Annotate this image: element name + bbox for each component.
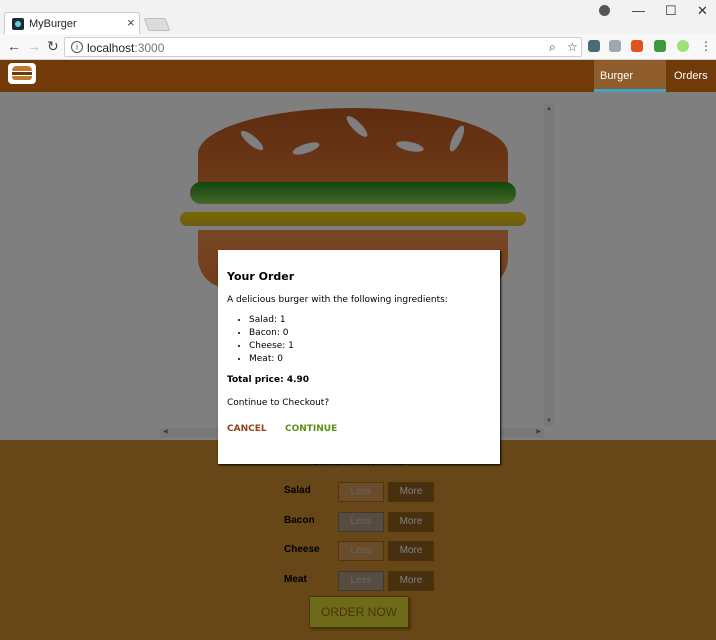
ingredient-list: Salad: 1 Bacon: 0 Cheese: 1 Meat: 0 (227, 314, 491, 366)
nav-burger-builder[interactable]: Burger Builder (594, 60, 666, 114)
total-price: Total price: 4.90 (227, 375, 310, 385)
browser-tab[interactable]: MyBurger × (4, 12, 140, 34)
office-extension-icon[interactable] (631, 40, 643, 52)
url-port: :3000 (134, 41, 165, 55)
tab-close-icon[interactable]: × (127, 16, 135, 30)
modal-actions: CANCEL CONTINUE (227, 424, 491, 438)
address-bar[interactable]: i localhost:3000 ⌕ ☆ (64, 37, 582, 57)
back-arrow-icon[interactable]: ← (7, 38, 21, 54)
modal-description: A delicious burger with the following in… (227, 295, 448, 305)
bookmark-star-icon[interactable]: ☆ (567, 40, 578, 54)
list-item: Cheese: 1 (249, 340, 491, 353)
home-extension-icon[interactable] (654, 40, 666, 52)
maximize-button[interactable]: ☐ (665, 4, 677, 18)
menu-dots-icon[interactable]: ⋮ (700, 39, 712, 53)
url-text: localhost:3000 (87, 41, 164, 55)
burger-logo-icon (8, 63, 36, 84)
list-item: Bacon: 0 (249, 327, 491, 340)
checkout-question: Continue to Checkout? (227, 398, 330, 408)
extension-icon[interactable] (609, 40, 621, 52)
continue-button[interactable]: CONTINUE (285, 424, 337, 434)
app-toolbar: Burger Builder Orders (0, 60, 716, 114)
minimize-button[interactable]: — (632, 4, 645, 18)
nav-orders[interactable]: Orders (668, 60, 714, 92)
browser-tab-bar: MyBurger × — ☐ ✕ (0, 0, 716, 34)
list-item: Salad: 1 (249, 314, 491, 327)
new-tab-button[interactable] (143, 18, 171, 31)
url-host: localhost (87, 41, 135, 55)
modal-title: Your Order (227, 270, 295, 283)
forward-arrow-icon[interactable]: → (27, 38, 41, 54)
reload-icon[interactable]: ↻ (47, 38, 59, 54)
extension-icon[interactable] (588, 40, 600, 52)
order-summary-modal: Your Order A delicious burger with the f… (218, 250, 500, 464)
info-icon[interactable]: i (71, 41, 83, 53)
cancel-button[interactable]: CANCEL (227, 424, 267, 434)
close-window-button[interactable]: ✕ (697, 4, 708, 18)
zoom-icon[interactable]: ⌕ (549, 40, 556, 55)
react-favicon-icon (12, 18, 24, 30)
page-viewport: Burger Builder Orders ▲ ▼ ◀ ▶ Current Pr… (0, 60, 716, 640)
tab-title: MyBurger (29, 18, 77, 30)
profile-icon[interactable] (599, 5, 610, 16)
list-item: Meat: 0 (249, 353, 491, 366)
extension-icon[interactable] (677, 40, 689, 52)
browser-toolbar: ← → ↻ i localhost:3000 ⌕ ☆ ⋮ (0, 34, 716, 60)
